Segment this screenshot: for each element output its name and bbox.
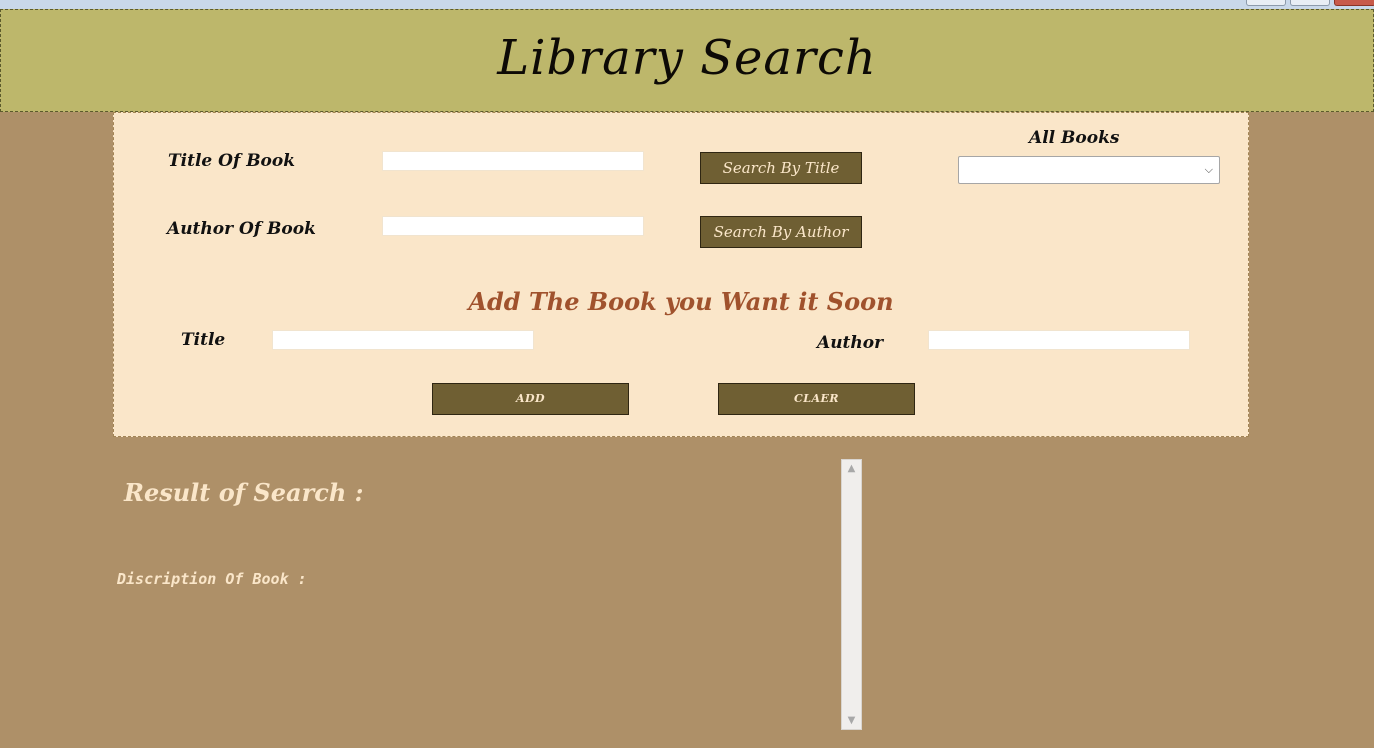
all-books-label: All Books [1029,128,1120,148]
title-of-book-label: Title Of Book [168,151,296,171]
add-book-heading: Add The Book you Want it Soon [468,287,894,316]
author-of-book-input[interactable] [382,216,644,236]
search-by-author-button[interactable]: Search By Author [700,216,862,248]
minimize-button[interactable] [1246,0,1286,6]
chevron-down-icon: ⌵ [1204,163,1213,176]
all-books-dropdown[interactable]: ⌵ [958,156,1220,184]
title-of-book-input[interactable] [382,151,644,171]
scroll-down-arrow-icon[interactable]: ▼ [842,712,861,729]
clear-button[interactable]: CLAER [718,383,915,415]
close-button[interactable] [1334,0,1374,6]
page-title: Library Search [497,30,877,86]
maximize-button[interactable] [1290,0,1330,6]
description-label: Discription Of Book : [117,570,307,588]
result-heading: Result of Search : [124,478,364,507]
results-scrollbar[interactable]: ▲ ▼ [841,459,862,730]
add-title-label: Title [181,330,226,350]
add-button[interactable]: ADD [432,383,629,415]
scroll-up-arrow-icon[interactable]: ▲ [842,460,861,477]
author-of-book-label: Author Of Book [167,219,316,239]
add-author-label: Author [817,333,884,353]
add-title-input[interactable] [272,330,534,350]
page-header: Library Search [0,9,1374,112]
search-by-title-button[interactable]: Search By Title [700,152,862,184]
search-panel: Title Of Book Search By Title All Books … [113,112,1249,437]
add-author-input[interactable] [928,330,1190,350]
